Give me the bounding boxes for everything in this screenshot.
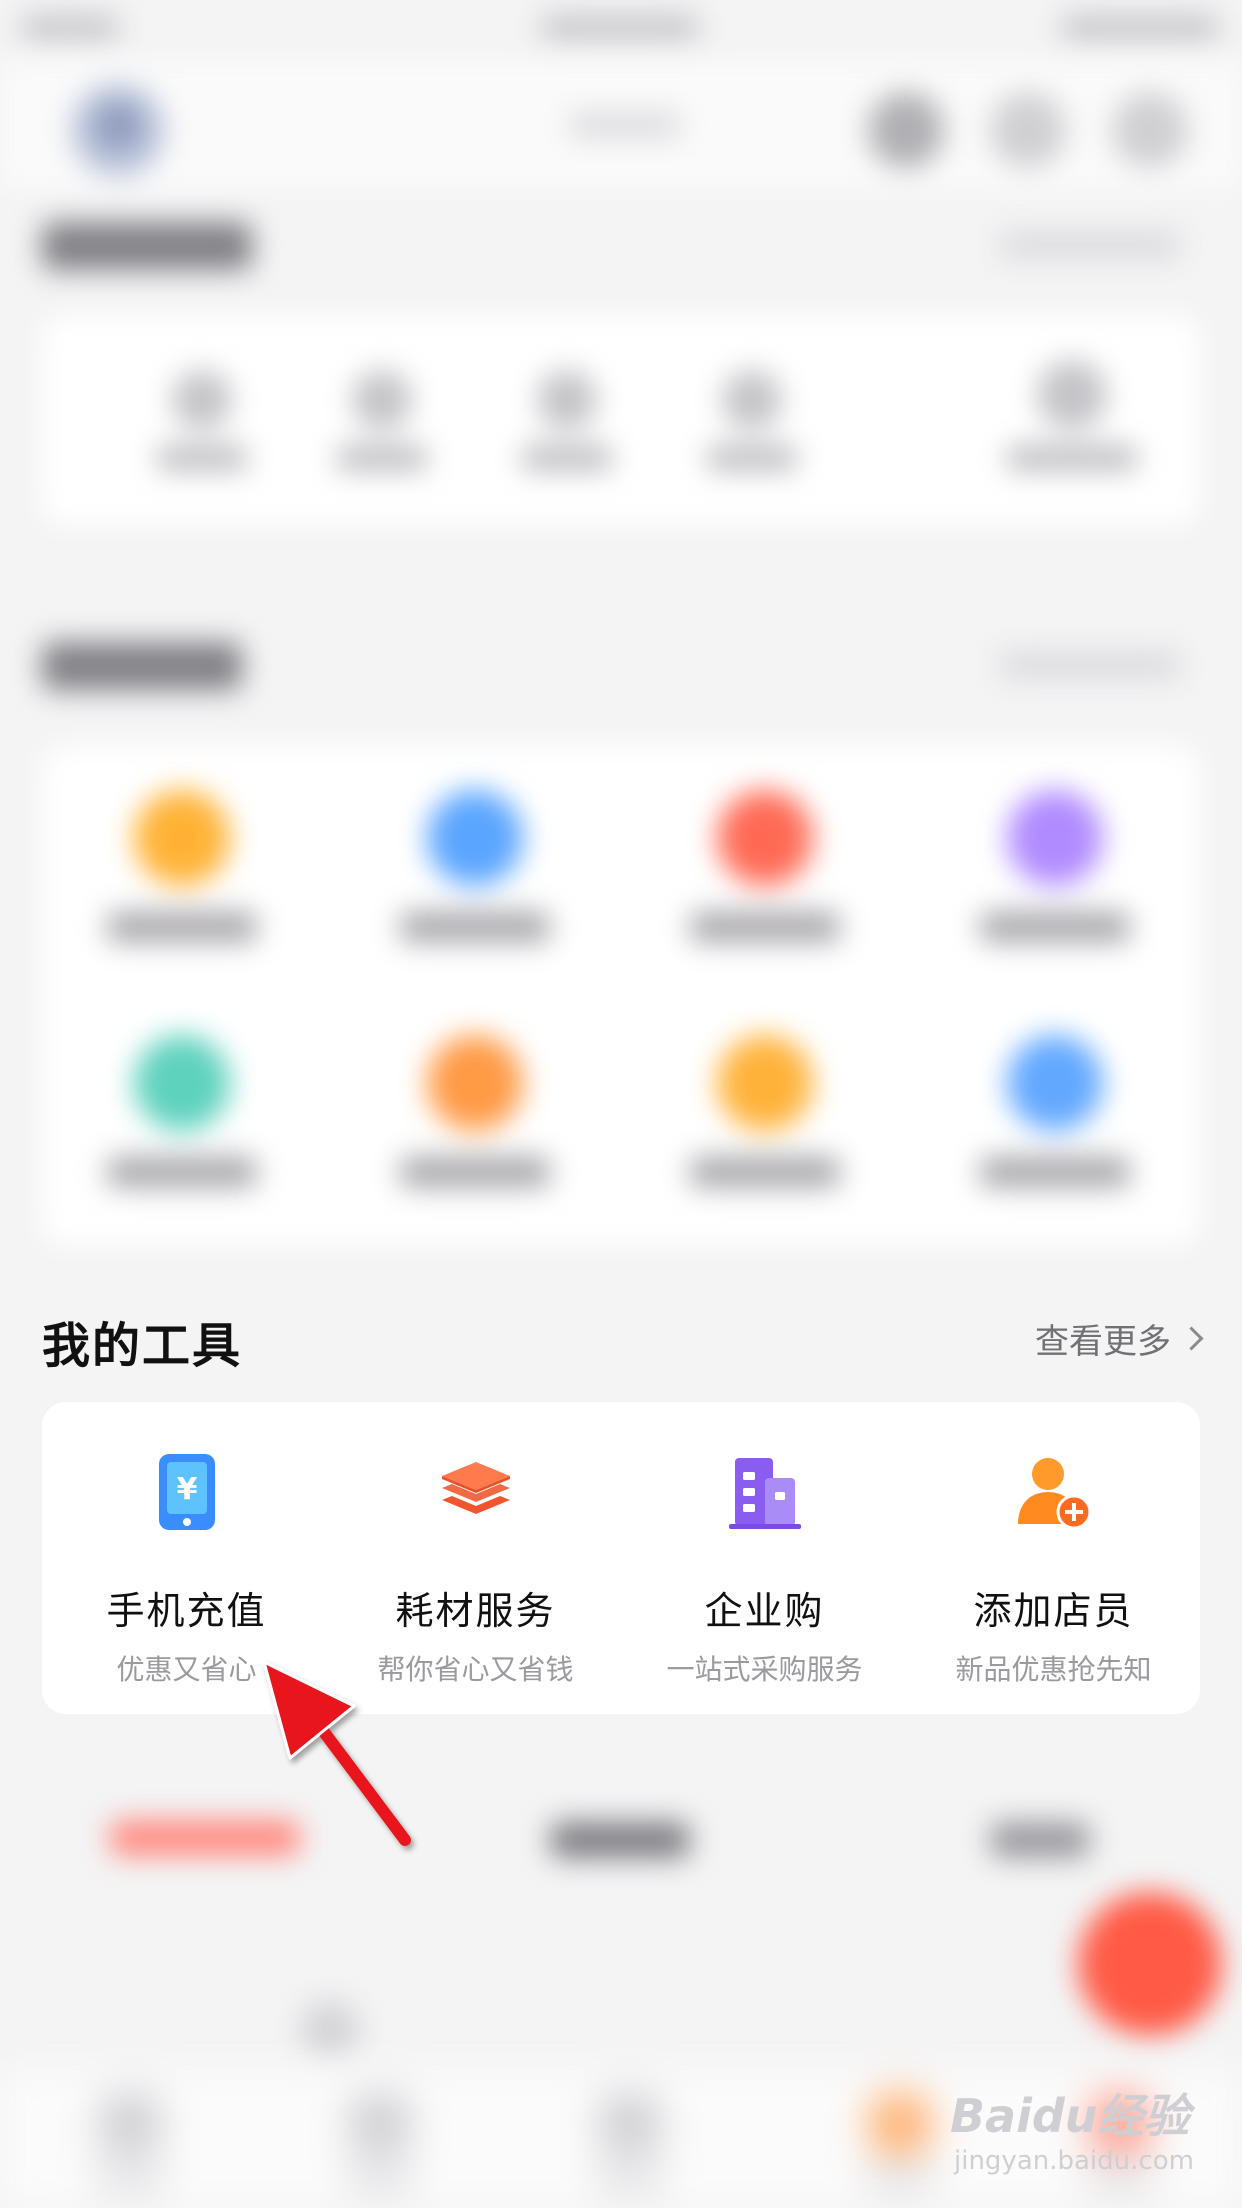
- section-title-blurred: [42, 222, 252, 270]
- services-card-blurred: [42, 745, 1200, 1245]
- tool-enterprise-purchase[interactable]: 企业购 一站式采购服务: [620, 1402, 909, 1714]
- annotation-arrow-icon: [250, 1640, 430, 1880]
- section-title-blurred: [42, 642, 242, 690]
- status-bar: [0, 0, 1242, 60]
- service-item[interactable]: [955, 790, 1155, 942]
- nav-item[interactable]: [860, 2094, 940, 2188]
- service-item[interactable]: [375, 1035, 575, 1187]
- watermark: Baidu经验 jingyan.baidu.com: [950, 2080, 1210, 2190]
- tool-name: 企业购: [704, 1589, 825, 1633]
- my-tools-header: 我的工具 查看更多: [42, 1300, 1204, 1374]
- floating-action-button[interactable]: [1078, 1892, 1222, 2036]
- tool-name: 手机充值: [106, 1589, 267, 1633]
- service-item[interactable]: [82, 1035, 282, 1187]
- tool-name: 添加店员: [973, 1589, 1134, 1633]
- tool-add-staff[interactable]: 添加店员 新品优惠抢先知: [909, 1402, 1198, 1714]
- layers-icon: [436, 1452, 516, 1532]
- section-more-blurred[interactable]: [1000, 652, 1180, 678]
- settings-icon[interactable]: [1112, 92, 1188, 168]
- feed-tab-blurred[interactable]: [990, 1822, 1090, 1858]
- add-staff-icon: [1014, 1452, 1094, 1532]
- order-card-blurred: [42, 315, 1200, 525]
- message-icon[interactable]: [990, 92, 1066, 168]
- service-item[interactable]: [375, 790, 575, 942]
- service-item[interactable]: [665, 1035, 865, 1187]
- order-item[interactable]: [502, 370, 632, 470]
- nav-item[interactable]: [590, 2094, 670, 2188]
- watermark-url: jingyan.baidu.com: [954, 2146, 1194, 2176]
- tool-name: 耗材服务: [395, 1589, 556, 1633]
- order-item[interactable]: [137, 370, 267, 470]
- order-item[interactable]: [687, 370, 817, 470]
- service-item[interactable]: [665, 790, 865, 942]
- avatar[interactable]: [72, 84, 164, 176]
- order-item[interactable]: [317, 370, 447, 470]
- nav-item[interactable]: [90, 2094, 170, 2188]
- top-header: [0, 60, 1242, 190]
- feed-content-blurred: [300, 2000, 360, 2060]
- watermark-brand: Baidu经验: [950, 2089, 1190, 2143]
- chevron-right-icon: [1179, 1326, 1204, 1351]
- view-more-link[interactable]: 查看更多: [1035, 1314, 1204, 1363]
- order-item[interactable]: [1002, 360, 1142, 470]
- tool-subtitle: 一站式采购服务: [666, 1653, 863, 1686]
- phone-recharge-icon: ¥: [147, 1452, 227, 1532]
- tool-subtitle: 新品优惠抢先知: [955, 1653, 1152, 1686]
- nav-item[interactable]: [340, 2094, 420, 2188]
- my-tools-card: ¥ 手机充值 优惠又省心 耗材服务 帮你省心又省钱 企业购 一站式采购服务 添加…: [42, 1402, 1200, 1714]
- building-icon: [725, 1452, 805, 1532]
- service-item[interactable]: [82, 790, 282, 942]
- section-more-blurred[interactable]: [1000, 232, 1180, 258]
- view-more-label: 查看更多: [1035, 1322, 1171, 1362]
- feed-tab-blurred[interactable]: [550, 1822, 690, 1858]
- header-title-blurred: [570, 112, 680, 138]
- service-item[interactable]: [955, 1035, 1155, 1187]
- my-tools-title: 我的工具: [42, 1318, 243, 1374]
- scan-icon[interactable]: [868, 92, 944, 168]
- svg-text:¥: ¥: [176, 1472, 197, 1507]
